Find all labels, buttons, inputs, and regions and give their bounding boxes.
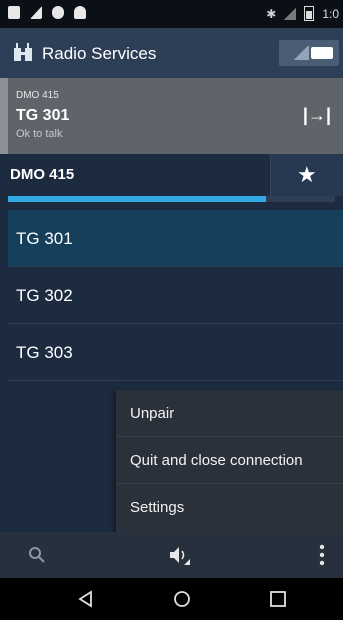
menu-item-label: Unpair — [130, 405, 175, 422]
navigation-bar — [0, 578, 343, 620]
talkgroup-label: TG 303 — [16, 343, 73, 362]
battery-icon — [304, 6, 315, 21]
shield-icon — [52, 6, 64, 19]
disconnect-icon[interactable]: |→| — [303, 105, 331, 126]
menu-item-label: Settings — [130, 499, 185, 516]
more-vert-icon[interactable] — [319, 544, 325, 566]
talkgroup-row[interactable]: TG 303 — [8, 324, 343, 381]
app-title: Radio Services — [42, 44, 157, 63]
menu-item-label: Quit and close connection — [130, 452, 303, 469]
menu-item-quit[interactable]: Quit and close connection — [116, 437, 343, 484]
speaker-icon[interactable] — [167, 544, 191, 566]
recents-icon[interactable] — [268, 589, 288, 609]
radio-services-logo-icon — [14, 43, 32, 61]
home-icon[interactable] — [172, 589, 192, 609]
overflow-menu: Unpair Quit and close connection Setting… — [116, 390, 343, 532]
bottom-toolbar — [0, 532, 343, 578]
clock: 1:0 — [322, 6, 339, 21]
android-icon — [74, 6, 86, 19]
talkgroup-label: TG 301 — [16, 229, 73, 248]
radio-signal-icon — [289, 46, 309, 60]
app-bar: Radio Services — [0, 28, 343, 78]
connection-accent-bar — [0, 78, 8, 154]
connected-talkgroup: TG 301 — [16, 107, 70, 124]
radio-status-indicator[interactable] — [279, 40, 339, 66]
channel-header: DMO 415 ★ — [0, 154, 343, 196]
no-signal-icon — [284, 7, 297, 20]
channel-progress-bar — [8, 196, 335, 202]
radio-battery-icon — [311, 47, 333, 59]
connected-radio-name: DMO 415 — [16, 90, 59, 101]
connection-status: Ok to talk — [16, 128, 63, 140]
status-bar: ✱ 1:0 — [0, 0, 343, 28]
star-icon: ★ — [297, 162, 317, 187]
channel-label: DMO 415 — [10, 166, 75, 183]
bluetooth-icon: ✱ — [266, 6, 277, 21]
talkgroup-row[interactable]: TG 302 — [8, 267, 343, 324]
talkgroup-list: TG 301 TG 302 TG 303 — [8, 210, 343, 381]
talkgroup-label: TG 302 — [16, 286, 73, 305]
channel-progress-fill — [8, 196, 267, 202]
notification-icon — [8, 6, 20, 19]
signal-icon — [30, 6, 42, 19]
menu-item-settings[interactable]: Settings — [116, 484, 343, 531]
back-icon[interactable] — [76, 589, 96, 609]
favorite-button[interactable]: ★ — [270, 154, 343, 196]
menu-item-unpair[interactable]: Unpair — [116, 390, 343, 437]
talkgroup-row[interactable]: TG 301 — [8, 210, 343, 267]
connection-card[interactable]: DMO 415 TG 301 Ok to talk |→| — [0, 78, 343, 154]
search-icon[interactable] — [28, 546, 46, 564]
